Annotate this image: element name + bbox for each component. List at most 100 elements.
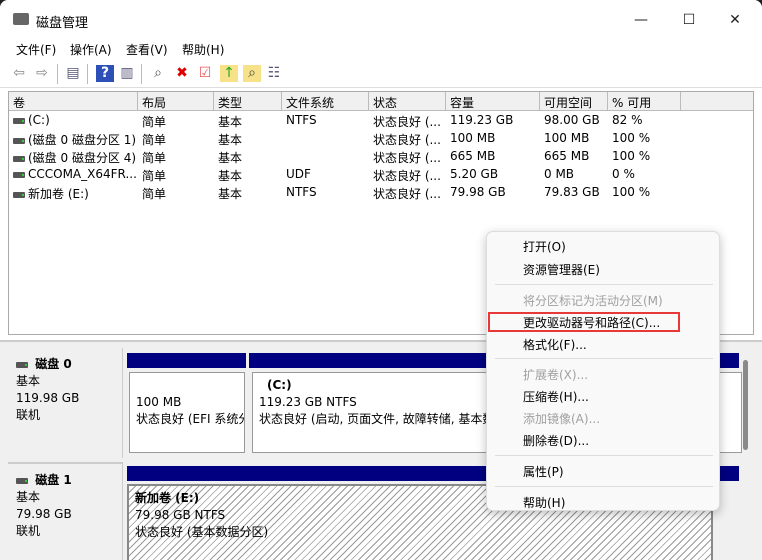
vertical-scrollbar[interactable] [743,360,748,450]
partition-efi[interactable]: 100 MB 状态良好 (EFI 系统分区) [129,372,245,453]
table-cell: 119.23 GB [446,111,517,129]
table-cell [282,147,290,165]
volume-name-cell[interactable]: (C:) [9,111,54,129]
menu-bar: 文件(F) 操作(A) 查看(V) 帮助(H) [0,38,762,60]
column-header-empty [681,92,753,111]
table-cell: 665 MB [540,147,593,165]
column-header-type[interactable]: 类型 [214,92,282,111]
menu-file[interactable]: 文件(F) [16,41,56,58]
maximize-button[interactable]: ☐ [674,8,704,32]
context-menu-item: 扩展卷(X)... [523,368,589,382]
context-menu-item[interactable]: 格式化(F)... [523,336,587,353]
cell-text: 基本 [218,151,243,165]
title-bar: 磁盘管理 — ☐ ✕ [0,0,762,38]
disk-size: 79.98 GB [16,507,72,521]
cell-text: 100 % [612,131,651,145]
menu-action[interactable]: 操作(A) [70,41,112,58]
column-header-free-space[interactable]: 可用空间 [540,92,608,111]
disk-1-label[interactable]: 磁盘 1 基本 79.98 GB 联机 [8,462,123,560]
disk-app-icon [13,13,29,25]
table-cell: 简单 [138,111,170,129]
column-header-status[interactable]: 状态 [369,92,446,111]
context-menu-item[interactable]: 压缩卷(H)... [523,388,589,405]
context-menu-item[interactable]: 更改驱动器号和路径(C)... [523,314,660,331]
cell-text: CCCOMA_X64FR... [28,167,137,181]
context-menu-item[interactable]: 资源管理器(E) [523,261,600,278]
cell-text: 基本 [218,187,243,201]
drive-icon [13,191,25,198]
table-cell: 基本 [214,111,246,129]
column-header-percent-free[interactable]: % 可用 [608,92,681,111]
disk-type: 基本 [16,490,41,504]
table-cell: 状态良好 (... [369,147,445,165]
table-cell: 79.83 GB [540,183,604,201]
column-header-layout[interactable]: 布局 [138,92,214,111]
delete-icon[interactable]: ✖ [173,65,191,82]
context-menu-item[interactable]: 删除卷(D)... [523,432,589,449]
drive-icon [13,117,25,124]
close-button[interactable]: ✕ [720,8,750,32]
folder-up-icon[interactable]: ↑ [220,65,238,82]
table-cell: 简单 [138,129,170,147]
table-cell: 基本 [214,183,246,201]
context-menu-item: 将分区标记为活动分区(M) [523,294,663,308]
table-cell: 100 % [608,129,654,147]
cell-text: 100 % [612,149,651,163]
folder-search-icon[interactable]: ⌕ [243,65,261,82]
cell-text: 5.20 GB [450,167,499,181]
window-title: 磁盘管理 [36,16,89,31]
cell-text: 665 MB [450,149,496,163]
volume-name-cell[interactable]: (磁盘 0 磁盘分区 1) [9,129,140,147]
volume-name-cell[interactable]: CCCOMA_X64FR... [9,165,141,183]
cell-text: NTFS [286,113,317,127]
disk-icon [16,361,28,368]
column-header-volume[interactable]: 卷 [9,92,138,111]
context-menu-item[interactable]: 属性(P) [523,463,564,480]
drive-icon [13,137,25,144]
menu-help[interactable]: 帮助(H) [182,41,224,58]
partition-status: 状态良好 (EFI 系统分区) [136,412,244,426]
console-tree-icon[interactable]: ▤ [64,65,82,82]
cell-text: 状态良好 (... [373,115,441,129]
cell-text: 0 MB [544,167,575,181]
table-cell: 基本 [214,165,246,183]
check-icon[interactable]: ☑ [196,65,214,82]
context-menu-item: 添加镜像(A)... [523,412,601,426]
context-menu-item[interactable]: 打开(O) [523,238,566,255]
connect-drive-icon[interactable]: ⌕ [149,65,167,82]
cell-text: 简单 [142,151,167,165]
disk-type: 基本 [16,374,41,388]
column-header-capacity[interactable]: 容量 [446,92,540,111]
table-cell: 基本 [214,129,246,147]
back-icon[interactable]: ⇦ [10,65,28,82]
menu-view[interactable]: 查看(V) [126,41,168,58]
cell-text: 基本 [218,169,243,183]
cell-text: 简单 [142,133,167,147]
disk-0-label[interactable]: 磁盘 0 基本 119.98 GB 联机 [8,348,123,458]
volume-name-cell[interactable]: 新加卷 (E:) [9,183,93,201]
table-cell: 98.00 GB [540,111,604,129]
table-cell: 简单 [138,147,170,165]
disk-management-window: 磁盘管理 — ☐ ✕ 文件(F) 操作(A) 查看(V) 帮助(H) ⇦ ⇨ ▤… [0,0,762,560]
help-icon[interactable]: ? [96,65,114,82]
action-pane-icon[interactable]: ▥ [118,65,136,82]
disk-size: 119.98 GB [16,391,80,405]
table-cell: 简单 [138,183,170,201]
forward-icon[interactable]: ⇨ [33,65,51,82]
volume-name-cell[interactable]: (磁盘 0 磁盘分区 4) [9,147,140,165]
cell-text: NTFS [286,185,317,199]
context-menu-item[interactable]: 帮助(H) [523,494,565,511]
column-header-filesystem[interactable]: 文件系统 [282,92,369,111]
table-cell: 82 % [608,111,647,129]
table-cell: 状态良好 (... [369,129,445,147]
menu-separator [495,455,713,456]
table-cell: NTFS [282,111,321,129]
table-cell: 状态良好 (... [369,183,445,201]
minimize-button[interactable]: — [626,8,656,32]
dvd-drive-icon [13,171,25,178]
table-cell: 100 MB [446,129,499,147]
cell-text: 100 MB [544,131,590,145]
cell-text: 79.98 GB [450,185,506,199]
cell-text: 状态良好 (... [373,169,441,183]
properties-list-icon[interactable]: ☷ [265,65,283,82]
